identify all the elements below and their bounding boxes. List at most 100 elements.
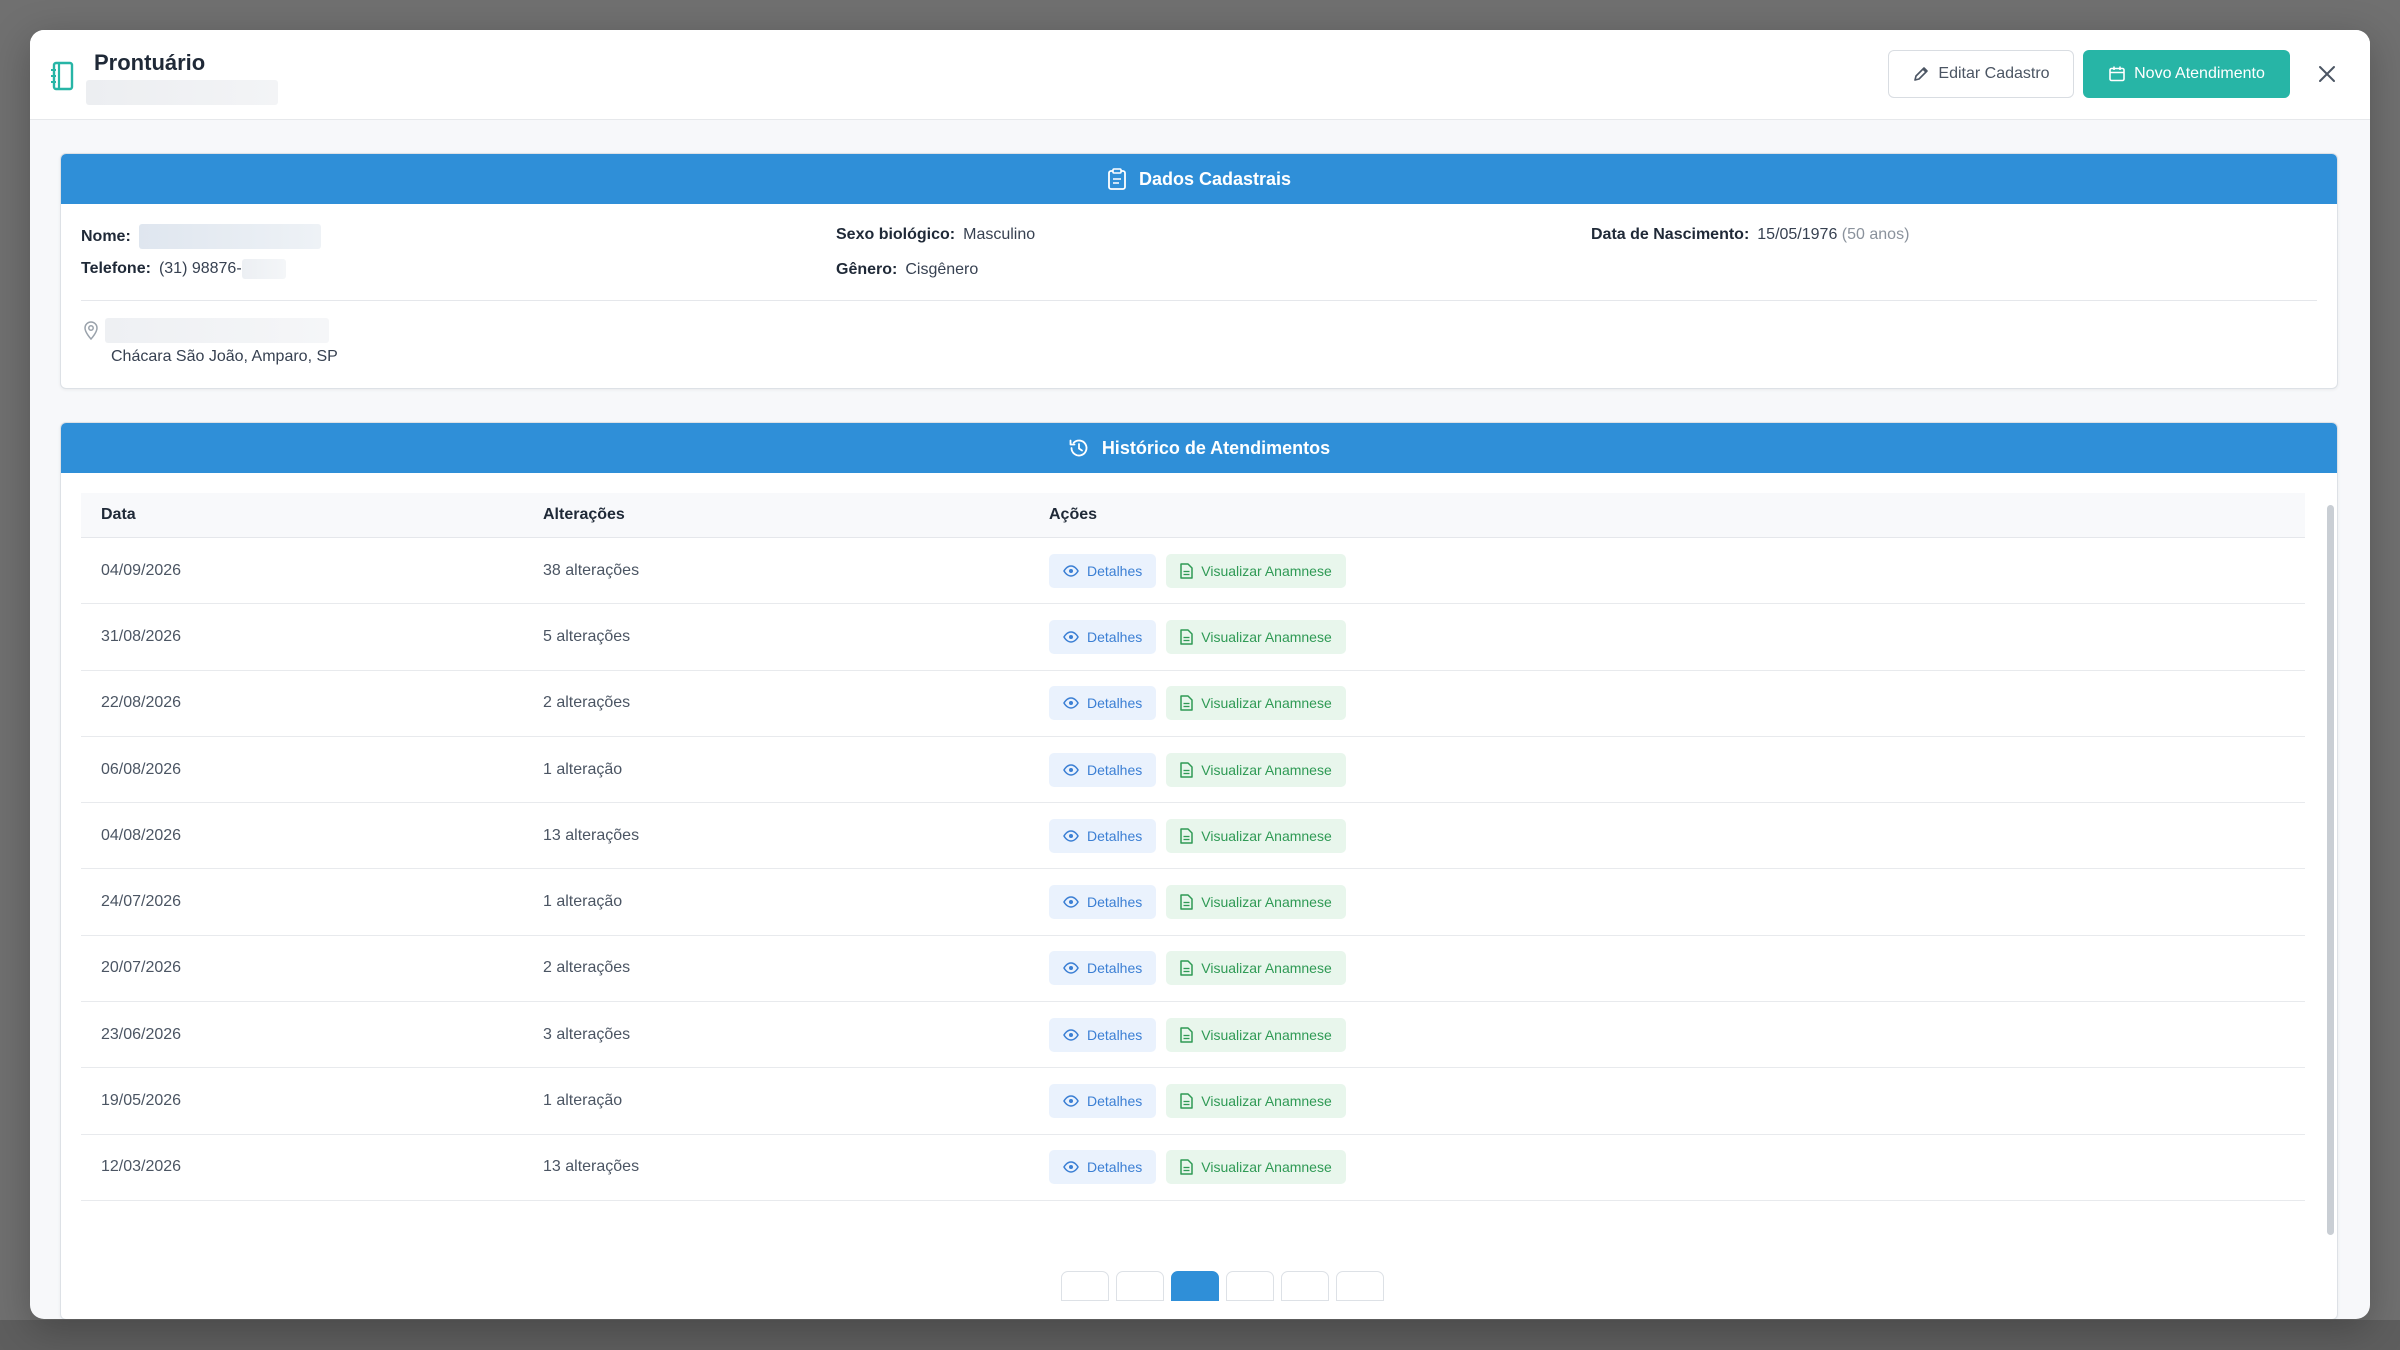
row-actions: Detalhes Visualizar Anamnese <box>1049 1017 2305 1052</box>
column-header-data: Data <box>101 506 136 523</box>
registration-data-header: Dados Cadastrais <box>61 154 2337 204</box>
prontuario-modal: Prontuário Editar Cadastro Novo Atendime… <box>30 30 2370 1319</box>
file-text-icon <box>1180 1159 1194 1176</box>
details-button[interactable]: Detalhes <box>1049 1017 1157 1052</box>
view-anamnesis-button[interactable]: Visualizar Anamnese <box>1166 1084 1346 1119</box>
details-label: Detalhes <box>1087 894 1143 911</box>
file-text-icon <box>1180 1093 1194 1109</box>
row-actions: Detalhes Visualizar Anamnese <box>1049 619 2305 654</box>
edit-profile-button[interactable]: Editar Cadastro <box>1888 50 2074 98</box>
nome-value-redacted <box>138 224 321 249</box>
telefone-label: Telefone: <box>81 260 151 278</box>
page-button[interactable] <box>1061 1271 1109 1301</box>
view-anamnesis-button[interactable]: Visualizar Anamnese <box>1166 1150 1346 1185</box>
view-anamnesis-button[interactable]: Visualizar Anamnese <box>1166 951 1346 986</box>
background-page-bar <box>0 1320 2400 1350</box>
details-button[interactable]: Detalhes <box>1049 752 1157 787</box>
address-city: Chácara São João, Amparo, SP <box>111 348 338 365</box>
edit-profile-label: Editar Cadastro <box>1938 65 2050 82</box>
page-button-active[interactable] <box>1171 1271 1219 1301</box>
details-button[interactable]: Detalhes <box>1049 619 1157 654</box>
eye-icon <box>1063 830 1079 842</box>
row-changes: 1 alteração <box>543 760 623 778</box>
field-sexo: Sexo biológico: Masculino <box>836 226 1035 244</box>
new-appointment-label: Novo Atendimento <box>2134 65 2265 82</box>
file-text-icon <box>1180 960 1194 977</box>
scrollbar[interactable] <box>2327 505 2334 1235</box>
view-anamnesis-button[interactable]: Visualizar Anamnese <box>1166 818 1346 853</box>
column-header-acoes: Ações <box>1049 506 1098 523</box>
idade-value: (50 anos) <box>1841 226 1910 243</box>
field-telefone: Telefone: (31) 98876- <box>81 259 286 279</box>
details-label: Detalhes <box>1087 562 1143 579</box>
view-anamnesis-button[interactable]: Visualizar Anamnese <box>1166 686 1346 721</box>
row-actions: Detalhes Visualizar Anamnese <box>1049 951 2305 986</box>
view-anamnesis-label: Visualizar Anamnese <box>1201 1093 1332 1110</box>
details-button[interactable]: Detalhes <box>1049 1084 1157 1119</box>
details-label: Detalhes <box>1087 1093 1143 1110</box>
file-text-icon <box>1180 629 1194 645</box>
view-anamnesis-label: Visualizar Anamnese <box>1201 827 1332 844</box>
nome-label: Nome: <box>81 227 131 245</box>
file-text-icon <box>1180 894 1194 910</box>
page-button[interactable] <box>1281 1271 1329 1301</box>
file-text-icon <box>1180 1026 1194 1043</box>
view-anamnesis-button[interactable]: Visualizar Anamnese <box>1166 885 1346 920</box>
column-header-alteracoes: Alterações <box>543 506 625 523</box>
details-button[interactable]: Detalhes <box>1049 553 1157 588</box>
view-anamnesis-button[interactable]: Visualizar Anamnese <box>1166 553 1346 588</box>
row-changes: 3 alterações <box>543 1025 631 1043</box>
row-changes: 13 alterações <box>543 826 640 844</box>
details-button[interactable]: Detalhes <box>1049 1150 1157 1185</box>
new-appointment-button[interactable]: Novo Atendimento <box>2083 50 2290 98</box>
appointment-history-card: Histórico de Atendimentos Data Alteraçõe… <box>60 422 2338 1319</box>
page-title: Prontuário <box>94 50 206 75</box>
close-button[interactable] <box>2313 60 2341 88</box>
row-date: 12/03/2026 <box>101 1158 182 1176</box>
row-changes: 1 alteração <box>543 893 623 911</box>
row-actions: Detalhes Visualizar Anamnese <box>1049 686 2305 721</box>
field-genero: Gênero: Cisgênero <box>836 261 978 279</box>
row-date: 24/07/2026 <box>101 893 182 911</box>
row-actions: Detalhes Visualizar Anamnese <box>1049 752 2305 787</box>
pagination <box>1061 1271 1384 1301</box>
view-anamnesis-label: Visualizar Anamnese <box>1201 562 1332 579</box>
pencil-icon <box>1914 67 1929 81</box>
telefone-redacted <box>241 259 286 279</box>
view-anamnesis-button[interactable]: Visualizar Anamnese <box>1166 1017 1346 1052</box>
view-anamnesis-button[interactable]: Visualizar Anamnese <box>1166 619 1346 654</box>
view-anamnesis-label: Visualizar Anamnese <box>1201 1026 1332 1043</box>
history-icon <box>1069 439 1088 457</box>
modal-header: Prontuário Editar Cadastro Novo Atendime… <box>30 30 2370 120</box>
page-button[interactable] <box>1336 1271 1384 1301</box>
eye-icon <box>1063 763 1079 776</box>
details-label: Detalhes <box>1087 761 1143 778</box>
details-button[interactable]: Detalhes <box>1049 818 1157 853</box>
table-row: 22/08/2026 2 alterações Detalhes Visuali… <box>81 671 2305 737</box>
details-button[interactable]: Detalhes <box>1049 686 1157 721</box>
table-row: 12/03/2026 13 alterações Detalhes Visual… <box>81 1135 2305 1201</box>
registration-data-title: Dados Cadastrais <box>1138 168 1292 189</box>
details-button[interactable]: Detalhes <box>1049 951 1157 986</box>
row-actions: Detalhes Visualizar Anamnese <box>1049 1084 2305 1119</box>
table-row: 24/07/2026 1 alteração Detalhes Visualiz… <box>81 869 2305 936</box>
row-date: 04/09/2026 <box>101 561 182 579</box>
file-text-icon <box>1180 761 1194 778</box>
nascimento-label: Data de Nascimento: <box>1591 226 1750 243</box>
table-row: 04/09/2026 38 alterações Detalhes Visual… <box>81 538 2305 605</box>
view-anamnesis-label: Visualizar Anamnese <box>1201 960 1332 977</box>
table-row: 04/08/2026 13 alterações Detalhes Visual… <box>81 803 2305 870</box>
page-button[interactable] <box>1226 1271 1274 1301</box>
details-label: Detalhes <box>1087 695 1143 712</box>
history-table: Data Alterações Ações 04/09/2026 38 alte… <box>81 493 2305 1201</box>
appointment-history-title: Histórico de Atendimentos <box>1101 437 1331 458</box>
row-changes: 2 alterações <box>543 959 631 977</box>
details-label: Detalhes <box>1087 960 1143 977</box>
details-button[interactable]: Detalhes <box>1049 885 1157 920</box>
view-anamnesis-label: Visualizar Anamnese <box>1201 894 1332 911</box>
telefone-value: (31) 98876- <box>158 260 242 278</box>
row-changes: 38 alterações <box>543 561 640 579</box>
view-anamnesis-button[interactable]: Visualizar Anamnese <box>1166 752 1346 787</box>
page-button[interactable] <box>1116 1271 1164 1301</box>
row-changes: 5 alterações <box>543 627 631 645</box>
